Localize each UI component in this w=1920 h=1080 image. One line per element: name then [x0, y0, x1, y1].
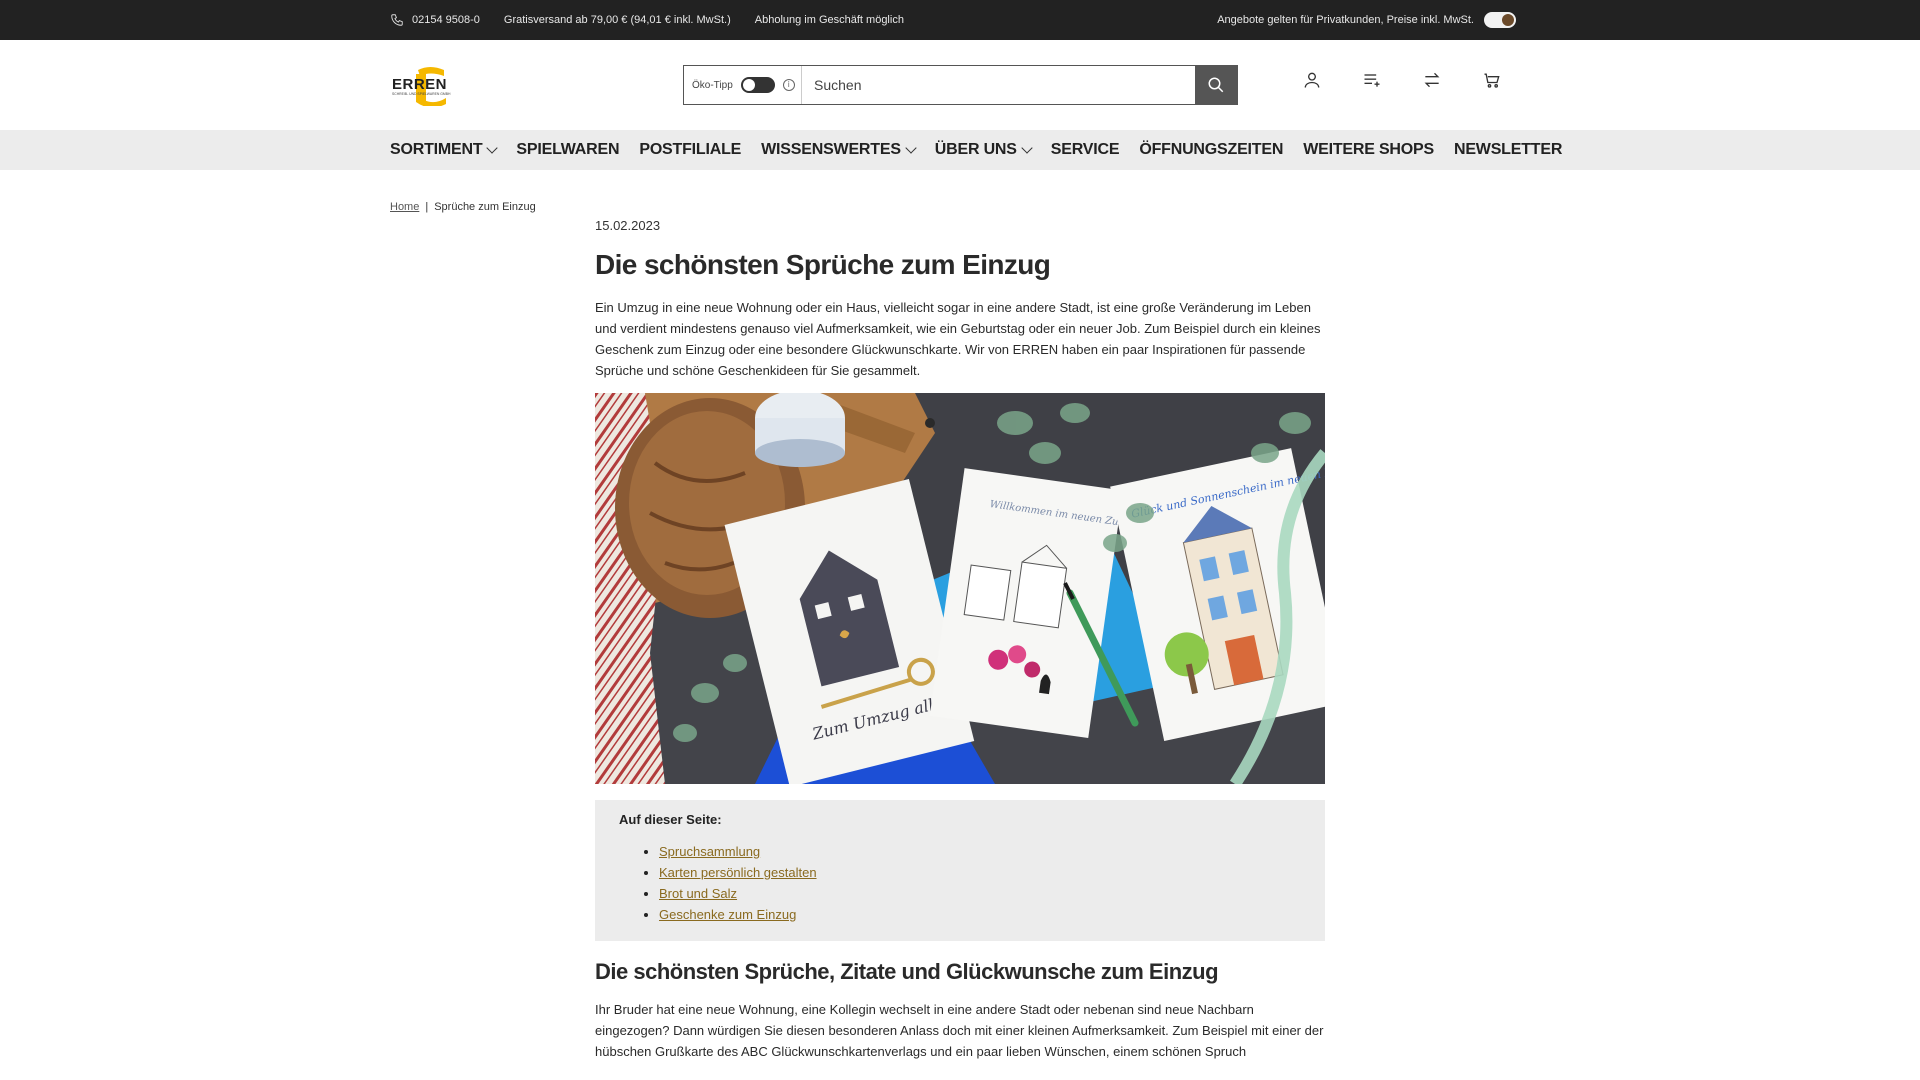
search-input[interactable] [802, 66, 1195, 104]
nav-item-weitere-shops[interactable]: Weitere Shops [1303, 141, 1434, 159]
price-notice: Angebote gelten für Privatkunden, Preise… [1217, 14, 1474, 26]
chevron-down-icon [486, 142, 499, 154]
article-intro: Ein Umzug in eine neue Wohnung oder ein … [595, 300, 1321, 378]
hero-image: Zum Umzug alles Gute Willkommen im neuen… [595, 393, 1325, 784]
search-button[interactable] [1195, 66, 1237, 104]
site-header: ERREN SCHREIB- UND SPIELWAREN GMBH Öko-T… [0, 40, 1920, 130]
cart-button[interactable] [1480, 68, 1504, 92]
oeko-tipp-filter: Öko-Tipp i [684, 66, 802, 104]
main-navigation: Sortiment Spielwaren Postfiliale Wissens… [0, 130, 1920, 170]
search-bar: Öko-Tipp i [683, 65, 1238, 105]
account-button[interactable] [1300, 68, 1324, 92]
nav-item-postfiliale[interactable]: Postfiliale [639, 141, 741, 159]
erren-logo[interactable]: ERREN SCHREIB- UND SPIELWAREN GMBH [390, 64, 460, 108]
breadcrumb-separator: | [425, 201, 429, 213]
nav-item-ueber-uns[interactable]: Über uns [934, 141, 1033, 159]
phone-icon [391, 14, 403, 26]
nav-label: Service [1050, 141, 1120, 158]
table-of-contents: Auf dieser Seite: Spruchsammlung Karten … [595, 800, 1325, 941]
section-paragraph: Ihr Bruder hat eine neue Wohnung, eine K… [595, 1002, 1324, 1059]
toc-link-karten[interactable]: Karten persönlich gestalten [659, 865, 817, 880]
nav-label: Sortiment [390, 141, 483, 158]
nav-label: Öffnungszeiten [1139, 141, 1284, 158]
nav-item-sortiment[interactable]: Sortiment [390, 141, 499, 159]
top-bar: 02154 9508-0 Gratisversand ab 79,00 € (9… [0, 0, 1920, 40]
shipping-info: Gratisversand ab 79,00 € (94,01 € inkl. … [503, 14, 731, 26]
toc-link-geschenke[interactable]: Geschenke zum Einzug [659, 907, 796, 922]
customer-type-toggle[interactable] [1484, 12, 1516, 28]
phone-number: 02154 9508-0 [412, 14, 480, 26]
nav-item-oeffnungszeiten[interactable]: Öffnungszeiten [1139, 141, 1283, 159]
info-icon[interactable]: i [782, 79, 795, 91]
breadcrumb: Home | Sprüche zum Einzug [390, 201, 536, 213]
toc-item: Brot und Salz [659, 883, 1301, 904]
nav-label: Wissenswertes [761, 141, 901, 158]
oeko-tipp-label: Öko-Tipp [692, 79, 733, 91]
section-title: Die schönsten Sprüche, Zitate und Glückw… [595, 959, 1219, 984]
nav-label: Newsletter [1453, 141, 1563, 158]
chevron-down-icon [905, 142, 917, 154]
pickup-info: Abholung im Geschäft möglich [754, 14, 904, 26]
breadcrumb-home-link[interactable]: Home [390, 201, 419, 213]
toc-link-brot-und-salz[interactable]: Brot und Salz [659, 886, 737, 901]
chevron-down-icon [1021, 142, 1033, 154]
toc-item: Spruchsammlung [659, 841, 1301, 862]
logo-wordmark: ERREN [392, 76, 447, 93]
breadcrumb-current: Sprüche zum Einzug [434, 201, 536, 213]
search-icon [1208, 77, 1224, 93]
compare-arrows-icon [1424, 72, 1440, 88]
toc-item: Karten persönlich gestalten [659, 862, 1301, 883]
nav-item-spielwaren[interactable]: Spielwaren [516, 141, 619, 159]
nav-item-service[interactable]: Service [1051, 141, 1120, 159]
nav-label: Weitere Shops [1303, 141, 1434, 158]
article-date: 15.02.2023 [595, 218, 661, 233]
article: 15.02.2023 Die schönsten Sprüche zum Ein… [595, 218, 1325, 1062]
phone-contact[interactable]: 02154 9508-0 [390, 13, 480, 27]
logo-subtext: SCHREIB- UND SPIELWAREN GMBH [392, 92, 451, 96]
wishlist-button[interactable] [1360, 68, 1384, 92]
toc-link-spruchsammlung[interactable]: Spruchsammlung [659, 844, 760, 859]
toc-item: Geschenke zum Einzug [659, 904, 1301, 925]
list-add-icon [1364, 74, 1380, 87]
nav-label: Spielwaren [516, 141, 620, 158]
nav-item-newsletter[interactable]: Newsletter [1454, 141, 1562, 159]
nav-item-wissenswertes[interactable]: Wissenswertes [761, 141, 917, 159]
oeko-tipp-toggle[interactable] [740, 77, 775, 93]
user-icon [1304, 72, 1320, 88]
nav-label: Postfiliale [639, 141, 742, 158]
toc-title: Auf dieser Seite: [619, 812, 722, 827]
page-title: Die schönsten Sprüche zum Einzug [595, 249, 1051, 280]
cart-icon [1484, 73, 1500, 88]
nav-label: Über uns [934, 141, 1017, 158]
compare-button[interactable] [1420, 68, 1444, 92]
